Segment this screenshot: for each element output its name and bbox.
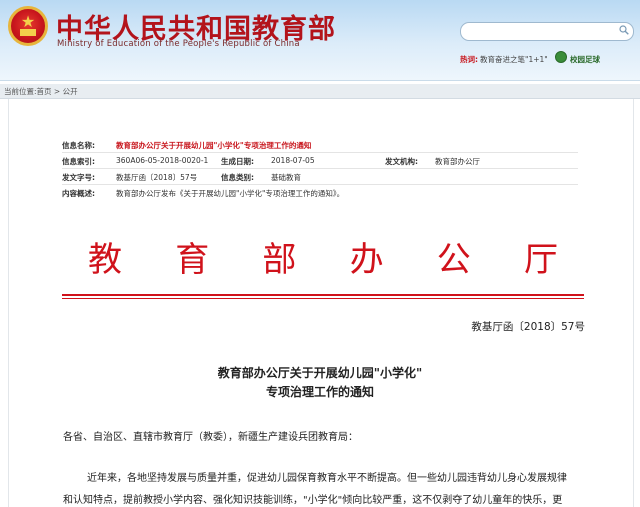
site-subtitle: Ministry of Education of the People's Re…	[57, 39, 300, 49]
breadcrumb-trail: 当前位置:首页 > 公开	[4, 86, 78, 97]
divider	[62, 184, 578, 185]
breadcrumb-separator: >	[51, 87, 63, 96]
letterhead-char: 教	[88, 240, 122, 280]
letterhead-char: 办	[349, 240, 384, 280]
info-issuer-label: 发文机构:	[385, 157, 418, 166]
football-icon[interactable]	[555, 51, 567, 63]
letterhead-char: 厅	[523, 240, 558, 280]
info-name-label: 信息名称:	[62, 141, 95, 150]
letterhead-char: 部	[262, 240, 297, 280]
info-issuer-value: 教育部办公厅	[435, 157, 480, 166]
national-emblem-icon[interactable]: ★	[8, 6, 48, 46]
info-date-value: 2018-07-05	[271, 156, 315, 165]
info-docno-value: 教基厅函〔2018〕57号	[116, 173, 198, 182]
breadcrumb-home-link[interactable]: 首页	[37, 87, 52, 96]
hot-word-link[interactable]: 教育奋进之笔"1+1"	[480, 54, 548, 65]
document-title-line2: 专项治理工作的通知	[265, 385, 374, 399]
site-header: ★ 中华人民共和国教育部 Ministry of Education of th…	[0, 0, 640, 81]
document-title: 教育部办公厅关于开展幼儿园"小学化"	[217, 366, 423, 380]
info-summary-label: 内容概述:	[62, 189, 95, 198]
info-name-value: 教育部办公厅关于开展幼儿园"小学化"专项治理工作的通知	[116, 141, 312, 150]
hot-words-label: 热词:	[460, 55, 478, 64]
body-paragraph: 近年来，各地坚持发展与质量并重，促进幼儿园保育教育水平不断提高。但一些幼儿园违背…	[87, 473, 567, 484]
info-index-value: 360A06-05-2018-0020-1	[116, 156, 209, 165]
info-category-value: 基础教育	[271, 173, 301, 182]
document-number: 教基厅函〔2018〕57号	[471, 321, 585, 333]
red-rule	[62, 298, 584, 299]
letterhead-char: 育	[175, 240, 210, 280]
info-docno-label: 发文字号:	[62, 173, 95, 182]
body-paragraph-line2: 和认知特点，提前教授小学内容、强化知识技能训练，"小学化"倾向比较严重，这不仅剥…	[63, 495, 563, 506]
red-letterhead: 教 育 部 办 公 厅	[88, 232, 558, 281]
breadcrumb-prefix: 当前位置:	[4, 87, 37, 96]
info-date-label: 生成日期:	[221, 157, 254, 166]
divider	[62, 168, 578, 169]
divider	[62, 152, 578, 153]
campus-football-link[interactable]: 校园足球	[570, 54, 600, 65]
search-input[interactable]	[460, 22, 634, 41]
article-panel	[8, 99, 634, 507]
info-category-label: 信息类别:	[221, 173, 254, 182]
breadcrumb-current-link[interactable]: 公开	[63, 87, 78, 96]
salutation: 各省、自治区、直辖市教育厅（教委），新疆生产建设兵团教育局：	[63, 432, 358, 443]
info-index-label: 信息索引:	[62, 157, 95, 166]
letterhead-char: 公	[436, 240, 471, 280]
breadcrumb: 当前位置:首页 > 公开	[0, 84, 640, 99]
search-icon[interactable]	[619, 25, 629, 35]
info-summary-value: 教育部办公厅发布《关于开展幼儿园"小学化"专项治理工作的通知》。	[116, 189, 345, 198]
emblem-gate	[20, 29, 36, 36]
red-rule	[62, 294, 584, 296]
star-icon: ★	[20, 12, 36, 31]
